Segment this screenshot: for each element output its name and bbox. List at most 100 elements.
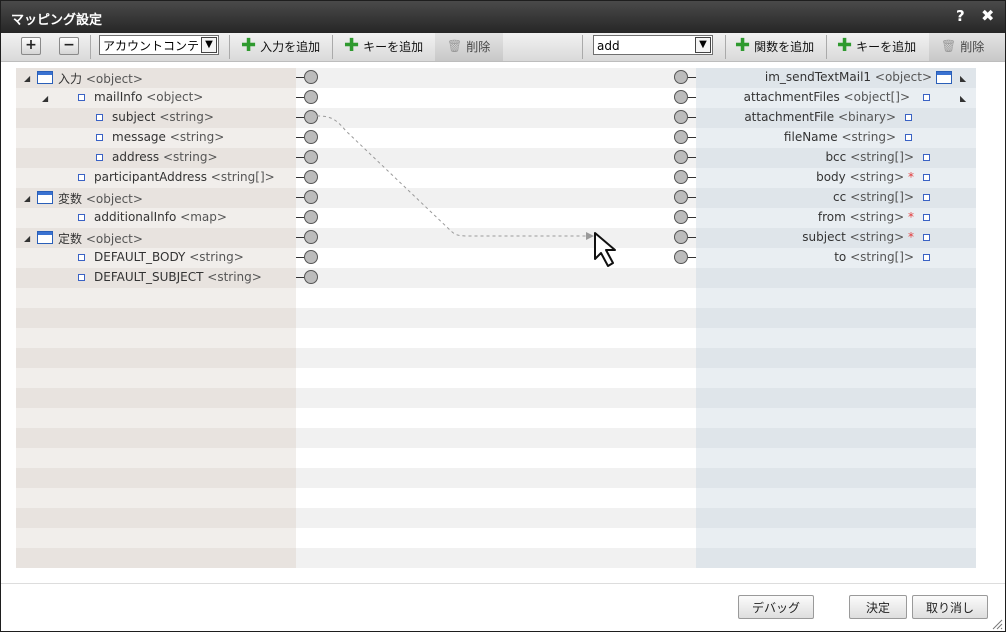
target-connector[interactable] xyxy=(674,70,688,84)
target-connector[interactable] xyxy=(674,170,688,184)
object-icon xyxy=(37,71,53,84)
source-connector[interactable] xyxy=(304,170,318,184)
field-icon xyxy=(78,274,85,281)
target-connector[interactable] xyxy=(674,210,688,224)
source-tree-row[interactable]: participantAddress <string[]> xyxy=(16,168,296,188)
source-connector[interactable] xyxy=(304,270,318,284)
chevron-down-icon[interactable]: ▼ xyxy=(201,37,217,53)
field-type: <string[]> xyxy=(850,150,914,164)
table-row xyxy=(16,428,296,448)
expand-toggle-icon[interactable]: ◢ xyxy=(24,234,30,243)
field-name: subject xyxy=(802,230,846,244)
source-field-label: DEFAULT_SUBJECT <string> xyxy=(94,270,262,284)
field-name: mailInfo xyxy=(94,90,143,104)
target-tree-row[interactable]: fileName <string> xyxy=(696,128,976,148)
delete-left-button[interactable]: 🗑 削除 xyxy=(447,36,490,56)
source-connector[interactable] xyxy=(304,250,318,264)
source-tree-row[interactable]: message <string> xyxy=(16,128,296,148)
mapping-canvas[interactable] xyxy=(296,68,696,568)
function-select[interactable]: add ▼ xyxy=(593,35,713,55)
collapse-all-button[interactable]: − xyxy=(59,37,79,55)
field-type: <object> xyxy=(85,192,143,206)
expand-toggle-icon[interactable]: ◣ xyxy=(960,94,966,103)
source-tree-row[interactable]: ◢ 変数 <object> xyxy=(16,188,296,208)
target-tree-row[interactable]: cc <string[]> xyxy=(696,188,976,208)
target-connector[interactable] xyxy=(674,230,688,244)
target-connector[interactable] xyxy=(674,150,688,164)
table-row xyxy=(16,328,296,348)
table-row xyxy=(296,188,696,208)
target-connector[interactable] xyxy=(674,110,688,124)
table-row xyxy=(16,348,296,368)
target-field-label: from <string> * xyxy=(818,210,914,224)
target-connector[interactable] xyxy=(674,250,688,264)
required-marker: * xyxy=(908,170,914,184)
table-row xyxy=(296,168,696,188)
trash-icon: 🗑 xyxy=(447,39,463,53)
connector-stub xyxy=(688,97,696,98)
field-name: message xyxy=(112,130,166,144)
title-bar[interactable]: マッピング設定 ? ✖ xyxy=(1,1,1005,33)
field-name: subject xyxy=(112,110,156,124)
debug-button[interactable]: デバッグ xyxy=(738,595,814,619)
source-tree-row[interactable]: subject <string> xyxy=(16,108,296,128)
source-connector[interactable] xyxy=(304,130,318,144)
source-tree-row[interactable]: ◢ 入力 <object> xyxy=(16,68,296,88)
target-connector[interactable] xyxy=(674,190,688,204)
target-field-label: bcc <string[]> xyxy=(825,150,914,164)
add-function-button[interactable]: ✚ 関数を追加 xyxy=(735,36,814,56)
expand-toggle-icon[interactable]: ◢ xyxy=(24,74,30,83)
context-select[interactable]: アカウントコンテ ▼ xyxy=(99,35,219,55)
delete-right-button[interactable]: 🗑 削除 xyxy=(941,36,984,56)
close-icon[interactable]: ✖ xyxy=(981,6,994,25)
add-input-button[interactable]: ✚ 入力を追加 xyxy=(241,36,320,56)
table-row xyxy=(296,288,696,308)
field-name: from xyxy=(817,210,846,224)
target-tree-row[interactable]: ◣ attachmentFiles <object[]> xyxy=(696,88,976,108)
source-connector[interactable] xyxy=(304,70,318,84)
field-name: bcc xyxy=(825,150,847,164)
source-connector[interactable] xyxy=(304,90,318,104)
source-tree-row[interactable]: DEFAULT_SUBJECT <string> xyxy=(16,268,296,288)
target-tree-row[interactable]: ◣ im_sendTextMail1 <object> xyxy=(696,68,976,88)
expand-all-button[interactable]: + xyxy=(21,37,41,55)
source-connector[interactable] xyxy=(304,190,318,204)
target-tree-row[interactable]: bcc <string[]> xyxy=(696,148,976,168)
connector-stub xyxy=(688,177,696,178)
expand-toggle-icon[interactable]: ◢ xyxy=(24,194,30,203)
source-field-label: 定数 <object> xyxy=(58,230,143,247)
ok-button[interactable]: 決定 xyxy=(849,595,907,619)
source-tree-row[interactable]: ◢ mailInfo <object> xyxy=(16,88,296,108)
help-icon[interactable]: ? xyxy=(956,7,965,25)
table-row xyxy=(696,288,976,308)
expand-toggle-icon[interactable]: ◣ xyxy=(960,74,966,83)
chevron-down-icon[interactable]: ▼ xyxy=(695,37,711,53)
target-tree-row[interactable]: from <string> * xyxy=(696,208,976,228)
source-tree-row[interactable]: DEFAULT_BODY <string> xyxy=(16,248,296,268)
target-tree-row[interactable]: body <string> * xyxy=(696,168,976,188)
add-key-left-button[interactable]: ✚ キーを追加 xyxy=(344,36,423,56)
table-row xyxy=(296,428,696,448)
table-row xyxy=(296,328,696,348)
target-connector[interactable] xyxy=(674,90,688,104)
resize-grip-icon[interactable] xyxy=(991,618,1003,630)
target-tree-row[interactable]: subject <string> * xyxy=(696,228,976,248)
source-tree-row[interactable]: address <string> xyxy=(16,148,296,168)
source-tree-row[interactable]: ◢ 定数 <object> xyxy=(16,228,296,248)
target-tree-row[interactable]: attachmentFile <binary> xyxy=(696,108,976,128)
target-connector[interactable] xyxy=(674,130,688,144)
target-tree-row[interactable]: to <string[]> xyxy=(696,248,976,268)
source-connector[interactable] xyxy=(304,150,318,164)
field-type: <string> xyxy=(207,270,262,284)
source-connector[interactable] xyxy=(304,210,318,224)
table-row xyxy=(296,248,696,268)
source-connector[interactable] xyxy=(304,110,318,124)
source-tree-row[interactable]: additionalInfo <map> xyxy=(16,208,296,228)
table-row xyxy=(16,468,296,488)
add-key-right-button[interactable]: ✚ キーを追加 xyxy=(837,36,916,56)
table-row xyxy=(696,488,976,508)
cancel-button[interactable]: 取り消し xyxy=(912,595,988,619)
expand-toggle-icon[interactable]: ◢ xyxy=(42,94,48,103)
source-connector[interactable] xyxy=(304,230,318,244)
plus-icon: ✚ xyxy=(837,35,853,56)
